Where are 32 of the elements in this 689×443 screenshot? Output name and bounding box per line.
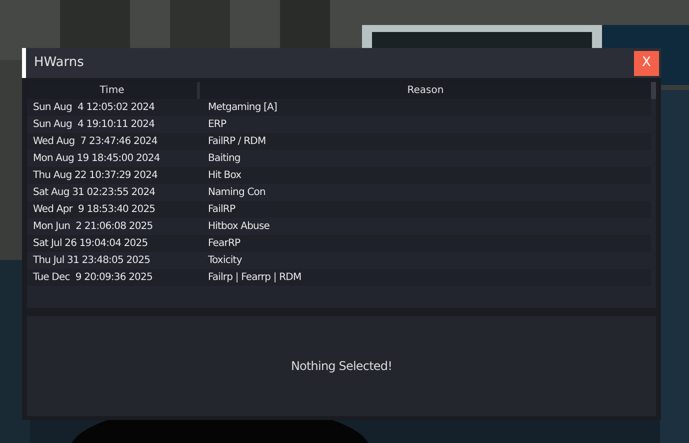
time-cell-text: Mon Jun 2 21:06:08 2025: [32, 220, 154, 234]
time-cell-text: Sun Aug 4 19:10:11 2024: [32, 118, 156, 132]
time-cell-text: Wed Apr 9 18:53:40 2025: [32, 203, 156, 217]
time-cell-text: Wed Aug 7 23:47:46 2024: [32, 135, 158, 149]
reason-cell-text: Hitbox Abuse: [207, 220, 271, 234]
reason-cell-text: FailRP: [207, 203, 236, 217]
reason-cell-text: FearRP: [207, 237, 242, 251]
reason-cell-text: Naming Con: [207, 186, 266, 200]
empty-message: Nothing Selected!: [290, 358, 392, 375]
reason-cell-text: Hit Box: [207, 169, 242, 183]
time-cell-text: Tue Dec 9 20:09:36 2025: [32, 271, 154, 285]
reason-cell-text: Toxicity: [207, 254, 243, 268]
time-cell-text: Sat Jul 26 19:04:04 2025: [32, 237, 149, 251]
time-cell-text: Mon Aug 19 18:45:00 2024: [32, 152, 161, 166]
time-cell-text: Sat Aug 31 02:23:55 2024: [32, 186, 156, 200]
table-row[interactable]: Sat Jul 26 19:04:04 2025 FearRP: [27, 235, 651, 252]
table-row[interactable]: Wed Aug 7 23:47:46 2024 FailRP / RDM: [27, 133, 651, 150]
reason-cell-text: Metgaming [A]: [207, 101, 278, 115]
reason-cell-text: Baiting: [207, 152, 242, 166]
time-cell-text: Thu Jul 31 23:48:05 2025: [32, 254, 152, 268]
time-cell-text: Sun Aug 4 12:05:02 2024: [32, 101, 156, 115]
reason-cell-text: FailRP / RDM: [207, 135, 267, 149]
time-cell-text: Thu Aug 22 10:37:29 2024: [32, 169, 159, 183]
scrollbar[interactable]: [651, 82, 656, 99]
table-row[interactable]: Sun Aug 4 12:05:02 2024 Metgaming [A]: [27, 99, 651, 116]
table-row[interactable]: Tue Dec 9 20:09:36 2025 Failrp | Fearrp | RDM: [27, 269, 651, 286]
column-header[interactable]: Reason: [200, 82, 651, 99]
table-row[interactable]: Thu Aug 22 10:37:29 2024 Hit Box: [27, 167, 651, 184]
table-row[interactable]: Wed Apr 9 18:53:40 2025 FailRP: [27, 201, 651, 218]
reason-cell-text: ERP: [207, 118, 228, 132]
reason-cell-text: Failrp | Fearrp | RDM: [207, 271, 302, 285]
window-title: HWarns: [34, 54, 85, 72]
